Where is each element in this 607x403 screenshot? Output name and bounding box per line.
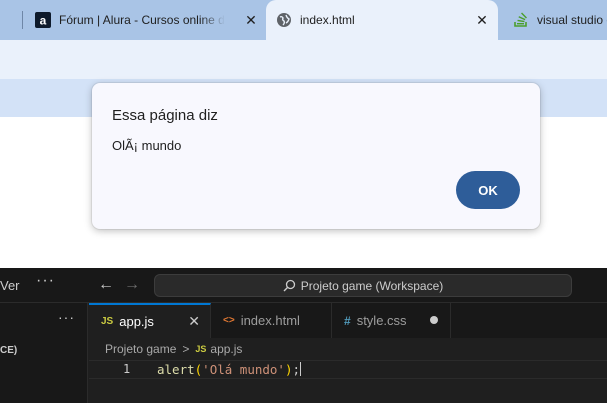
unsaved-dot-icon[interactable] <box>430 316 438 324</box>
css-file-icon: # <box>344 313 351 328</box>
tab-label: style.css <box>356 313 407 328</box>
dialog-message: OlÃ¡ mundo <box>112 138 182 153</box>
html-file-icon: <> <box>223 315 235 326</box>
close-icon[interactable]: ✕ <box>188 313 200 330</box>
line-number: 1 <box>123 362 131 376</box>
dialog-title: Essa página diz <box>112 107 218 124</box>
page-icon <box>0 12 16 28</box>
tab-style-css[interactable]: # style.css <box>332 303 451 338</box>
tab-index-html[interactable]: <> index.html <box>211 303 332 338</box>
vscode-titlebar: Ver ··· ← → Projeto game (Workspace) <box>0 268 607 303</box>
stackoverflow-icon <box>513 12 529 28</box>
browser-tab-alura-forum[interactable]: a Fórum | Alura - Cursos online de ✕ <box>27 0 267 40</box>
svg-text:a: a <box>40 14 47 28</box>
menu-more-icon[interactable]: ··· <box>36 272 55 290</box>
tab-separator <box>22 11 23 29</box>
ok-button[interactable]: OK <box>456 171 520 209</box>
command-center[interactable]: Projeto game (Workspace) <box>154 274 572 297</box>
menu-view[interactable]: Ver <box>0 278 20 293</box>
command-center-label: Projeto game (Workspace) <box>300 278 444 293</box>
code-text[interactable]: alert('Olá mundo'); <box>157 362 302 377</box>
arrow-left-icon[interactable]: ← <box>98 276 114 294</box>
text-cursor <box>300 362 302 376</box>
alert-dialog: Essa página diz OlÃ¡ mundo OK <box>92 83 540 229</box>
vscode-window: Ver ··· ← → Projeto game (Workspace) ···… <box>0 268 607 403</box>
close-icon[interactable]: ✕ <box>243 12 259 28</box>
close-icon[interactable]: ✕ <box>474 12 490 28</box>
tab-app-js[interactable]: JS app.js ✕ <box>89 303 211 338</box>
arrow-right-icon[interactable]: → <box>124 276 140 294</box>
code-semicolon: ; <box>292 362 301 377</box>
tab-title: visual studio c <box>537 13 607 27</box>
alura-icon: a <box>35 12 51 28</box>
code-string: 'Olá mundo' <box>202 362 285 377</box>
browser-toolbar <box>0 40 607 79</box>
breadcrumb-folder[interactable]: Projeto game <box>105 342 176 356</box>
tab-label: app.js <box>119 314 154 329</box>
editor-tabs: JS app.js ✕ <> index.html # style.css <box>89 303 607 338</box>
explorer-sidebar: ··· CE) <box>0 303 88 403</box>
breadcrumb: Projeto game > JS app.js <box>105 342 242 356</box>
search-icon <box>283 279 296 292</box>
browser-tab-stackoverflow[interactable]: visual studio c <box>505 0 607 40</box>
chevron-right-icon: > <box>182 342 190 356</box>
tab-label: index.html <box>240 313 300 328</box>
js-file-icon: JS <box>101 316 114 327</box>
code-paren-close: ) <box>284 362 293 377</box>
browser-tab-strip: a Fórum | Alura - Cursos online de ✕ ind… <box>0 0 607 40</box>
code-function: alert <box>157 362 195 377</box>
code-line[interactable]: 1 alert('Olá mundo'); <box>89 360 607 379</box>
breadcrumb-file[interactable]: app.js <box>210 342 242 356</box>
browser-tab-index-html[interactable]: index.html ✕ <box>266 0 498 40</box>
tab-title: index.html <box>300 13 355 27</box>
tab-title: Fórum | Alura - Cursos online de <box>59 13 225 27</box>
more-icon[interactable]: ··· <box>58 309 75 325</box>
sidebar-section-label[interactable]: CE) <box>0 345 17 356</box>
globe-icon <box>276 12 292 28</box>
js-file-icon: JS <box>195 344 207 354</box>
browser-tab-partial[interactable] <box>0 0 20 40</box>
